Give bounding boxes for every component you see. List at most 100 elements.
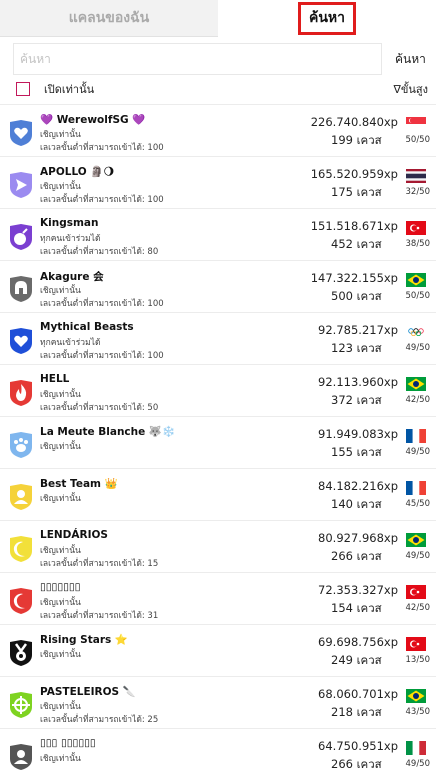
- clan-row[interactable]: 💜 WerewolfSG 💜 เชิญเท่านั้น เลเวลขั้นต่ำ…: [0, 104, 436, 156]
- country-flag-icon: [406, 428, 426, 443]
- clan-name: HELL: [40, 373, 70, 385]
- clan-join-type: เชิญเท่านั้น: [40, 754, 81, 764]
- clan-member-count: 32/50: [405, 187, 431, 197]
- clan-join-type: เชิญเท่านั้น: [40, 390, 81, 400]
- clan-level-requirement: เลเวลขั้นต่ำที่สามารถเข้าได้: 100: [40, 195, 164, 205]
- clan-quests: 372 เควส: [331, 393, 382, 407]
- country-flag-icon: [406, 532, 426, 547]
- clan-row[interactable]: La Meute Blanche 🐺❄️ เชิญเท่านั้น 91.949…: [0, 416, 436, 468]
- clan-name: Kingsman: [40, 217, 99, 229]
- clan-join-type: เชิญเท่านั้น: [40, 598, 81, 608]
- clan-quests: 266 เควส: [331, 549, 382, 563]
- clan-member-count: 45/50: [405, 499, 431, 509]
- clan-xp: 64.750.951xp: [318, 739, 398, 753]
- clan-level-requirement: เลเวลขั้นต่ำที่สามารถเข้าได้: 25: [40, 715, 159, 725]
- clan-quests: 218 เควส: [331, 705, 382, 719]
- clan-name: Rising Stars ⭐: [40, 634, 129, 646]
- clan-join-type: เชิญเท่านั้น: [40, 546, 81, 556]
- clan-badge-icon: [8, 379, 34, 407]
- country-flag-icon: [406, 584, 426, 599]
- country-flag-icon: [406, 272, 426, 287]
- search-button[interactable]: ค้นหา: [395, 50, 426, 69]
- clan-xp: 147.322.155xp: [310, 271, 398, 285]
- clan-row[interactable]: PASTELEIROS 🔪 เชิญเท่านั้น เลเวลขั้นต่ำท…: [0, 676, 436, 728]
- tab-search-label: ค้นหา: [297, 2, 357, 35]
- search-row: ค้นหา: [13, 43, 429, 75]
- clan-member-count: 50/50: [405, 135, 431, 145]
- clan-join-type: ทุกคนเข้าร่วมได้: [40, 234, 101, 244]
- clan-level-requirement: เลเวลขั้นต่ำที่สามารถเข้าได้: 50: [40, 403, 159, 413]
- clan-member-count: 38/50: [405, 239, 431, 249]
- clan-badge-icon: [8, 483, 34, 511]
- clan-xp: 68.060.701xp: [318, 687, 398, 701]
- clan-name: 💜 WerewolfSG 💜: [40, 114, 146, 126]
- search-input[interactable]: [13, 43, 382, 75]
- clan-join-type: ทุกคนเข้าร่วมได้: [40, 338, 101, 348]
- clan-xp: 226.740.840xp: [310, 115, 398, 129]
- clan-row[interactable]: Mythical Beasts ทุกคนเข้าร่วมได้ เลเวลขั…: [0, 312, 436, 364]
- country-flag-icon: [406, 480, 426, 495]
- clan-member-count: 49/50: [405, 551, 431, 561]
- country-flag-icon: [406, 220, 426, 235]
- tab-my-clan-label: แคลนของฉัน: [68, 10, 150, 26]
- clan-row[interactable]: ▯▯▯▯▯▯▯ เชิญเท่านั้น เลเวลขั้นต่ำที่สามา…: [0, 572, 436, 624]
- clan-name: Best Team 👑: [40, 478, 118, 490]
- clan-join-type: เชิญเท่านั้น: [40, 494, 81, 504]
- clan-row[interactable]: Kingsman ทุกคนเข้าร่วมได้ เลเวลขั้นต่ำที…: [0, 208, 436, 260]
- clan-join-type: เชิญเท่านั้น: [40, 442, 81, 452]
- clan-member-count: 49/50: [405, 759, 431, 769]
- clan-badge-icon: [8, 327, 34, 355]
- clan-level-requirement: เลเวลขั้นต่ำที่สามารถเข้าได้: 31: [40, 611, 159, 621]
- clan-xp: 72.353.327xp: [318, 583, 398, 597]
- clan-xp: 84.182.216xp: [318, 479, 398, 493]
- clan-join-type: เชิญเท่านั้น: [40, 286, 81, 296]
- open-only-label: เปิดเท่านั้น: [44, 83, 95, 96]
- clan-row[interactable]: HELL เชิญเท่านั้น เลเวลขั้นต่ำที่สามารถเ…: [0, 364, 436, 416]
- clan-list: 💜 WerewolfSG 💜 เชิญเท่านั้น เลเวลขั้นต่ำ…: [0, 104, 436, 773]
- clan-name: La Meute Blanche 🐺❄️: [40, 426, 176, 438]
- clan-quests: 266 เควส: [331, 757, 382, 771]
- tab-bar: แคลนของฉัน ค้นหา: [0, 0, 436, 37]
- clan-quests: 154 เควส: [331, 601, 382, 615]
- clan-row[interactable]: Best Team 👑 เชิญเท่านั้น 84.182.216xp 14…: [0, 468, 436, 520]
- clan-row[interactable]: Akagure 会 เชิญเท่านั้น เลเวลขั้นต่ำที่สา…: [0, 260, 436, 312]
- clan-xp: 80.927.968xp: [318, 531, 398, 545]
- clan-name: Mythical Beasts: [40, 321, 134, 333]
- clan-member-count: 13/50: [405, 655, 431, 665]
- clan-row[interactable]: Rising Stars ⭐ เชิญเท่านั้น 69.698.756xp…: [0, 624, 436, 676]
- clan-badge-icon: [8, 743, 34, 771]
- advanced-filter-button[interactable]: ∇ขั้นสูง: [394, 80, 428, 98]
- clan-badge-icon: [8, 171, 34, 199]
- filter-row: เปิดเท่านั้น ∇ขั้นสูง: [16, 80, 428, 98]
- country-flag-icon: [406, 116, 426, 131]
- tab-my-clan[interactable]: แคลนของฉัน: [0, 0, 218, 37]
- clan-badge-icon: [8, 431, 34, 459]
- country-flag-icon: [406, 168, 426, 183]
- clan-join-type: เชิญเท่านั้น: [40, 650, 81, 660]
- clan-xp: 165.520.959xp: [310, 167, 398, 181]
- clan-xp: 92.785.217xp: [318, 323, 398, 337]
- clan-xp: 69.698.756xp: [318, 635, 398, 649]
- open-only-checkbox[interactable]: [16, 82, 30, 96]
- clan-badge-icon: [8, 275, 34, 303]
- clan-member-count: 50/50: [405, 291, 431, 301]
- country-flag-icon: [406, 636, 426, 651]
- clan-name: LENDÁRIOS: [40, 529, 108, 541]
- clan-row[interactable]: ▯▯▯ ▯▯▯▯▯▯ เชิญเท่านั้น 64.750.951xp 266…: [0, 728, 436, 773]
- clan-quests: 500 เควส: [331, 289, 382, 303]
- clan-name: Akagure 会: [40, 271, 104, 283]
- clan-quests: 452 เควส: [331, 237, 382, 251]
- clan-row[interactable]: LENDÁRIOS เชิญเท่านั้น เลเวลขั้นต่ำที่สา…: [0, 520, 436, 572]
- clan-level-requirement: เลเวลขั้นต่ำที่สามารถเข้าได้: 80: [40, 247, 159, 257]
- clan-xp: 91.949.083xp: [318, 427, 398, 441]
- clan-row[interactable]: APOLLO 🗿🌖 เชิญเท่านั้น เลเวลขั้นต่ำที่สา…: [0, 156, 436, 208]
- clan-join-type: เชิญเท่านั้น: [40, 182, 81, 192]
- clan-badge-icon: [8, 639, 34, 667]
- clan-member-count: 42/50: [405, 395, 431, 405]
- clan-level-requirement: เลเวลขั้นต่ำที่สามารถเข้าได้: 100: [40, 299, 164, 309]
- clan-member-count: 49/50: [405, 343, 431, 353]
- clan-quests: 249 เควส: [331, 653, 382, 667]
- country-flag-icon: [406, 740, 426, 755]
- clan-quests: 155 เควส: [331, 445, 382, 459]
- tab-search[interactable]: ค้นหา: [218, 0, 436, 37]
